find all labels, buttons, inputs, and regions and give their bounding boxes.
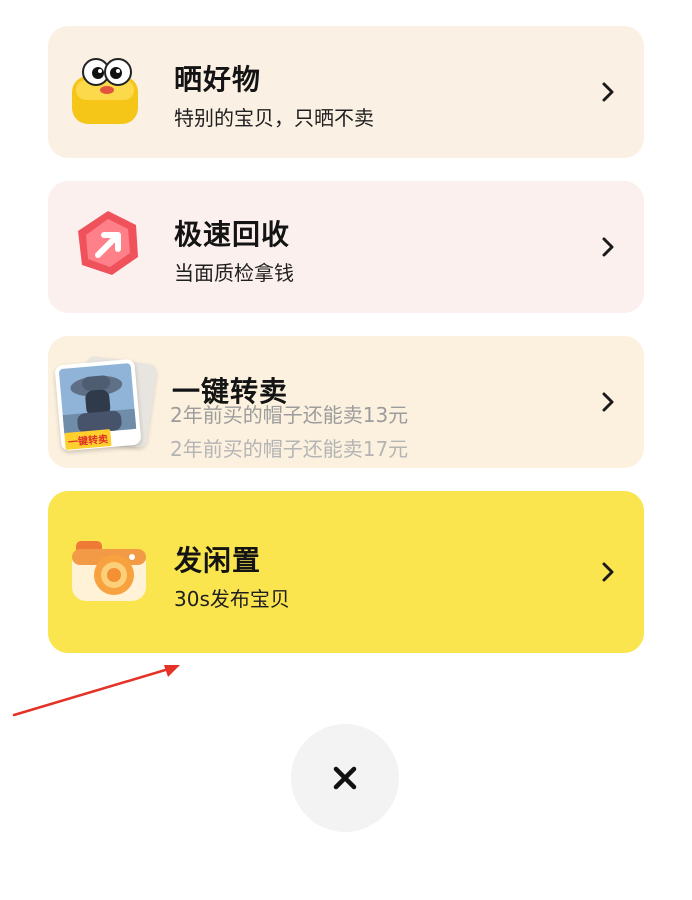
thumbnail-front-card: 一键转卖 (54, 358, 142, 452)
menu-card-subtitle: 当面质检拿钱 (174, 261, 294, 285)
menu-card-publish-idle[interactable]: 发闲置 30s发布宝贝 (48, 491, 644, 653)
annotation-arrow (12, 665, 180, 717)
menu-card-subtitle-rolling: 2年前买的帽子还能卖17元 (170, 437, 409, 461)
menu-card-show-item[interactable]: 晒好物 特别的宝贝，只晒不卖 (48, 26, 644, 158)
publish-menu-page: 晒好物 特别的宝贝，只晒不卖 极速回收 当面质检拿钱 一键转卖 一键转卖 2年前… (0, 0, 692, 900)
hat-photo-thumbnail: 一键转卖 (54, 355, 158, 452)
yellow-cartoon-eyes-icon (72, 58, 138, 124)
chevron-right-icon (602, 392, 614, 412)
menu-card-title: 极速回收 (174, 218, 291, 251)
chevron-right-icon (602, 562, 614, 582)
close-button[interactable] (291, 724, 399, 832)
menu-card-subtitle-rolling: 2年前买的帽子还能卖13元 (170, 403, 409, 427)
menu-card-subtitle: 30s发布宝贝 (174, 587, 290, 611)
menu-card-quick-recycle[interactable]: 极速回收 当面质检拿钱 (48, 181, 644, 313)
menu-card-subtitle: 特别的宝贝，只晒不卖 (174, 106, 374, 130)
chevron-right-icon (602, 237, 614, 257)
menu-card-title: 晒好物 (174, 63, 262, 96)
chevron-right-icon (602, 82, 614, 102)
camera-icon (72, 541, 146, 601)
red-hexagon-arrow-icon (78, 211, 138, 275)
close-icon (333, 766, 357, 790)
menu-card-one-click-resell[interactable]: 一键转卖 一键转卖 2年前买的帽子还能卖13元 2年前买的帽子还能卖17元 (48, 336, 644, 468)
menu-card-title: 发闲置 (174, 544, 262, 577)
